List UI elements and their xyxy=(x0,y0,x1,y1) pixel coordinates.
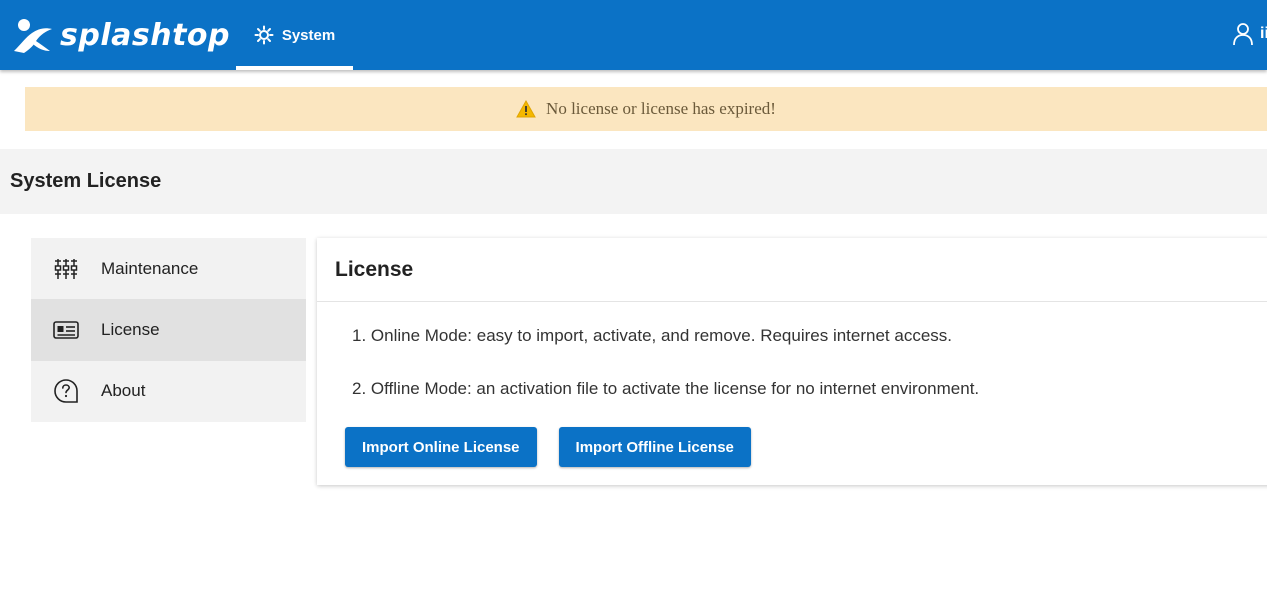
id-card-icon xyxy=(53,317,79,343)
splashtop-logo-icon xyxy=(14,19,52,53)
sidebar-item-maintenance[interactable]: Maintenance xyxy=(31,238,306,299)
sidebar-item-label: Maintenance xyxy=(101,258,199,278)
card-body: 1. Online Mode: easy to import, activate… xyxy=(317,302,1267,467)
sidebar-item-license[interactable]: License xyxy=(31,299,306,361)
sidebar-item-about[interactable]: About xyxy=(31,361,306,422)
button-row: Import Online License Import Offline Lic… xyxy=(345,427,1267,467)
user-name: ii xyxy=(1260,25,1267,42)
sidebar: Maintenance License About xyxy=(31,238,306,422)
equalizer-icon xyxy=(53,256,79,282)
card-header: License xyxy=(317,238,1267,302)
import-online-license-button[interactable]: Import Online License xyxy=(345,427,537,467)
gear-icon xyxy=(254,25,274,45)
tab-system[interactable]: System xyxy=(236,0,353,70)
page-header: System License xyxy=(0,149,1267,214)
top-bar: splashtop System ii xyxy=(0,0,1267,70)
splashtop-logo[interactable]: splashtop xyxy=(10,14,230,56)
alert-message: No license or license has expired! xyxy=(546,99,776,118)
user-icon xyxy=(1233,23,1253,46)
page-title: System License xyxy=(10,170,162,192)
sidebar-item-label: About xyxy=(101,381,146,401)
warning-icon xyxy=(516,100,536,118)
card-title: License xyxy=(335,257,414,281)
offline-mode-description: 2. Offline Mode: an activation file to a… xyxy=(352,379,980,398)
import-offline-license-button[interactable]: Import Offline License xyxy=(558,427,751,467)
help-icon xyxy=(53,378,79,404)
online-mode-description: 1. Online Mode: easy to import, activate… xyxy=(352,326,953,345)
sidebar-item-label: License xyxy=(101,319,160,339)
tab-system-label: System xyxy=(281,26,336,44)
active-tab-indicator xyxy=(236,66,353,70)
license-warning-banner: No license or license has expired! xyxy=(25,87,1267,131)
logo-text: splashtop xyxy=(60,17,230,53)
license-card: License 1. Online Mode: easy to import, … xyxy=(317,238,1267,485)
user-menu[interactable]: ii xyxy=(1232,20,1267,48)
